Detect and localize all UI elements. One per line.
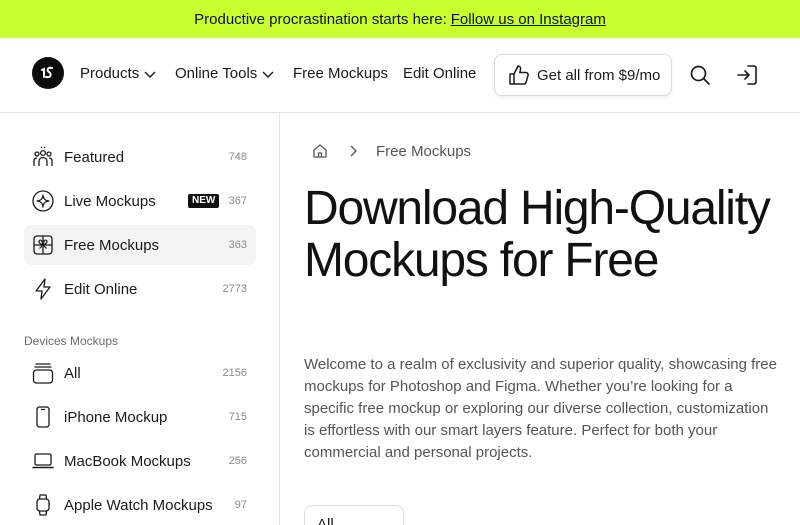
new-badge: NEW [188,194,220,208]
sidebar-item-featured[interactable]: Featured 748 [24,137,256,177]
site-header: Products Online Tools Free Mockups Edit … [0,38,800,113]
gift-icon [33,235,53,255]
sidebar-item-count: 367 [228,195,247,207]
sidebar-item-all[interactable]: All 2156 [24,353,256,393]
sidebar-item-apple-watch[interactable]: Apple Watch Mockups 97 [24,485,256,525]
sidebar-item-count: 256 [228,455,247,467]
nav-products[interactable]: Products [80,65,157,82]
sidebar: Featured 748 Live Mockups NEW 367 Free M… [0,113,280,525]
crowd-icon [33,146,53,166]
nav-products-label: Products [80,65,140,82]
instagram-link[interactable]: Follow us on Instagram [451,11,606,28]
sidebar-item-edit-online[interactable]: Edit Online 2773 [24,269,256,309]
thumbs-up-icon [509,65,529,85]
sidebar-item-label: iPhone Mockup [64,408,168,426]
sign-in-icon[interactable] [736,64,758,86]
sidebar-item-label: Featured [64,148,125,166]
watch-icon [36,494,50,516]
nav-online-tools[interactable]: Online Tools [175,65,275,82]
home-icon[interactable] [312,143,328,159]
sidebar-item-count: 715 [228,411,247,423]
sidebar-item-count: 2773 [222,283,247,295]
section-label-devices: Devices Mockups [24,334,119,348]
nav-free-mockups-label: Free Mockups [293,65,389,82]
page-title: Download High-Quality Mockups for Free [304,182,771,287]
page-description: Welcome to a realm of exclusivity and su… [304,356,777,461]
laptop-icon [32,453,54,469]
sidebar-item-label: Apple Watch Mockups [64,496,213,514]
phone-icon [36,406,50,428]
ls-logo-icon[interactable] [32,57,64,89]
sidebar-item-count: 748 [228,151,247,163]
main-content: Free Mockups Download High-Quality Mocku… [280,113,800,525]
nav-edit-online[interactable]: Edit Online [403,65,476,82]
filter-select-value: All [317,516,334,525]
breadcrumb-current: Free Mockups [376,143,472,160]
get-all-label: Get all from $9/mo [537,66,661,84]
lightning-icon [35,278,51,300]
chevron-down-icon [262,71,274,78]
nav-free-mockups[interactable]: Free Mockups [293,65,388,82]
get-all-button[interactable]: Get all from $9/mo [494,54,672,96]
sidebar-item-label: All [64,364,81,382]
sidebar-item-label: Free Mockups [64,236,160,254]
sidebar-item-free-mockups[interactable]: Free Mockups 363 [24,225,256,265]
promo-bar: Productive procrastination starts here: … [0,0,800,38]
nav-online-tools-label: Online Tools [175,65,258,82]
chevron-down-icon [144,71,156,78]
sidebar-item-label: MacBook Mockups [64,452,191,470]
sparkle-icon [32,190,54,212]
search-icon[interactable] [689,64,711,86]
sidebar-item-count: 363 [228,239,247,251]
sidebar-item-macbook[interactable]: MacBook Mockups 256 [24,441,256,481]
filter-select[interactable]: All [304,505,404,525]
sidebar-item-label: Live Mockups [64,192,156,210]
nav-edit-online-label: Edit Online [403,65,477,82]
sidebar-item-label: Edit Online [64,280,138,298]
promo-text: Productive procrastination starts here: [194,10,447,28]
sidebar-item-live-mockups[interactable]: Live Mockups NEW 367 [24,181,256,221]
chevron-down-icon [375,521,389,525]
sidebar-item-count: 2156 [222,367,247,379]
devices-icon [32,363,54,384]
chevron-right-icon [350,145,357,157]
sidebar-item-iphone[interactable]: iPhone Mockup 715 [24,397,256,437]
sidebar-item-count: 97 [234,499,247,511]
